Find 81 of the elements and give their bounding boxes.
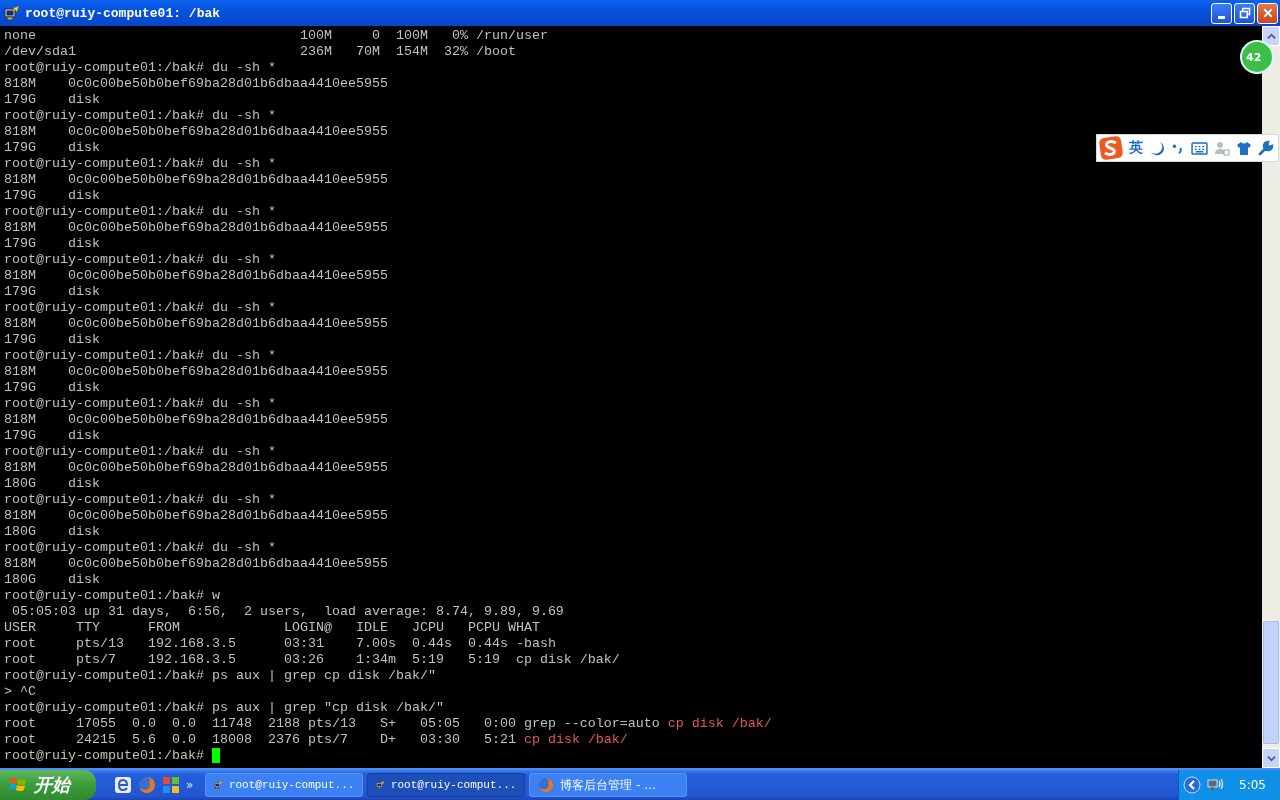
terminal-line: root@ruiy-compute01:/bak# du -sh * — [4, 60, 276, 76]
terminal-line: 180G disk — [4, 572, 100, 588]
network-icon[interactable] — [1207, 777, 1226, 793]
browser-e-icon[interactable] — [114, 776, 132, 794]
terminal-line: root@ruiy-compute01:/bak# du -sh * — [4, 252, 276, 268]
terminal-line: 818M 0c0c00be50b0bef69ba28d01b6dbaa4410ee5955 — [4, 460, 388, 476]
terminal-line: 179G disk — [4, 140, 100, 156]
terminal-line: 179G disk — [4, 284, 100, 300]
fox-browser-icon — [538, 777, 555, 793]
terminal-line: 818M 0c0c00be50b0bef69ba28d01b6dbaa4410ee5955 — [4, 508, 388, 524]
terminal-line: root@ruiy-compute01:/bak# du -sh * — [4, 108, 276, 124]
minimize-button[interactable] — [1211, 2, 1232, 24]
terminal-line: 818M 0c0c00be50b0bef69ba28d01b6dbaa4410ee5955 — [4, 76, 388, 92]
terminal-line: root@ruiy-compute01:/bak# du -sh * — [4, 540, 276, 556]
terminal-line: 05:05:03 up 31 days, 6:56, 2 users, load average: 8.74, 9.89, 9.69 — [11, 604, 564, 620]
terminal-line: root@ruiy-compute01:/bak# du -sh * — [4, 156, 276, 172]
windows-flag-icon[interactable] — [162, 776, 180, 794]
terminal-line: root@ruiy-compute01:/bak# du -sh * — [4, 348, 276, 364]
terminal-line: 180G disk — [4, 524, 100, 540]
terminal-line: root@ruiy-compute01:/bak# w — [4, 588, 220, 604]
terminal-line: 818M 0c0c00be50b0bef69ba28d01b6dbaa4410ee5955 — [4, 556, 388, 572]
terminal-line: > ^C — [4, 684, 36, 700]
quick-launch-more[interactable]: » — [186, 778, 194, 792]
terminal-line: 818M 0c0c00be50b0bef69ba28d01b6dbaa4410ee5955 — [4, 412, 388, 428]
terminal-line: 180G disk — [4, 476, 100, 492]
terminal-line: 179G disk — [4, 332, 100, 348]
chevron-up-icon — [1266, 31, 1276, 41]
terminal-line: 818M 0c0c00be50b0bef69ba28d01b6dbaa4410ee5955 — [4, 124, 388, 140]
terminal-line: 179G disk — [4, 92, 100, 108]
scroll-up-button[interactable] — [1262, 26, 1280, 46]
wrench-icon[interactable] — [1258, 140, 1274, 156]
terminal-line: root@ruiy-compute01:/bak# du -sh * — [4, 492, 276, 508]
terminal-line: 179G disk — [4, 188, 100, 204]
close-icon — [1261, 7, 1274, 19]
terminal-line: root 17055 0.0 0.0 11748 2188 pts/13 S+ 05:05 0:00 grep --color=auto — [4, 716, 661, 732]
terminal-line: 818M 0c0c00be50b0bef69ba28d01b6dbaa4410ee5955 — [4, 172, 388, 188]
floating-badge[interactable]: 42 — [1240, 40, 1274, 74]
terminal-line: 818M 0c0c00be50b0bef69ba28d01b6dbaa4410ee5955 — [4, 220, 388, 236]
scrollbar[interactable] — [1262, 26, 1280, 768]
chevron-down-icon — [1266, 753, 1276, 763]
terminal-line: root 24215 5.6 0.0 18008 2376 pts/7 D+ 03:30 5:21 — [4, 732, 517, 748]
terminal-line: root@ruiy-compute01:/bak# du -sh * — [4, 204, 276, 220]
scroll-thumb[interactable] — [1263, 621, 1279, 744]
taskbar-button[interactable]: root@ruiy-comput... — [367, 773, 526, 797]
terminal-line: root@ruiy-compute01:/bak# ps aux | grep cp disk /bak/" — [4, 668, 436, 684]
taskbar-button[interactable]: root@ruiy-comput... — [205, 773, 364, 797]
terminal-line: root@ruiy-compute01:/bak# du -sh * — [4, 396, 276, 412]
chevron-left-icon[interactable] — [1183, 776, 1202, 794]
terminal-line: root pts/7 192.168.3.5 03:26 1:34m 5:19 5:19 cp disk /bak/ — [4, 652, 620, 668]
ime-logo-icon[interactable] — [1099, 136, 1123, 160]
taskbar-button[interactable]: 博客后台管理 - ... — [529, 773, 688, 797]
terminal-line: root@ruiy-compute01:/bak# ps aux | grep "cp disk /bak/" — [4, 700, 444, 716]
terminal-line: root@ruiy-compute01:/bak# du -sh * — [4, 300, 276, 316]
terminal-line: root pts/13 192.168.3.5 03:31 7.00s 0.44s 0.44s -bash — [4, 636, 556, 652]
terminal-app-icon — [4, 5, 20, 21]
terminal-line: root@ruiy-compute01:/bak# — [4, 748, 205, 764]
terminal-line: USER TTY FROM LOGIN@ IDLE JCPU PCPU WHAT — [4, 620, 540, 636]
text-cursor — [211, 748, 220, 763]
restore-button[interactable] — [1234, 2, 1255, 24]
keyboard-icon[interactable] — [1191, 141, 1208, 155]
terminal-line: 179G disk — [4, 428, 100, 444]
restore-icon — [1238, 7, 1251, 19]
terminal-line: 818M 0c0c00be50b0bef69ba28d01b6dbaa4410ee5955 — [4, 364, 388, 380]
terminal-line: 818M 0c0c00be50b0bef69ba28d01b6dbaa4410ee5955 — [4, 316, 388, 332]
highlighted-match: cp disk /bak/ — [667, 716, 772, 732]
window-title: root@ruiy-compute01: /bak — [25, 5, 221, 21]
minimize-icon — [1218, 15, 1225, 19]
shirt-icon[interactable] — [1236, 140, 1252, 156]
clock[interactable]: 5:05 — [1239, 778, 1266, 792]
terminal-line: 179G disk — [4, 236, 100, 252]
terminal-line: 179G disk — [4, 380, 100, 396]
terminal-line: 818M 0c0c00be50b0bef69ba28d01b6dbaa4410ee5955 — [4, 268, 388, 284]
scroll-down-button[interactable] — [1262, 748, 1280, 768]
terminal-line: none 100M 0 100M 0% /run/user — [4, 28, 548, 44]
highlighted-match: cp disk /bak/ — [523, 732, 628, 748]
input-mode-toggle[interactable]: 英 — [1129, 139, 1143, 157]
terminal-line: /dev/sda1 236M 70M 154M 32% /boot — [4, 44, 516, 60]
start-button[interactable]: 开始 — [0, 770, 96, 800]
moon-icon[interactable] — [1149, 140, 1165, 156]
terminal-line: root@ruiy-compute01:/bak# du -sh * — [4, 444, 276, 460]
close-button[interactable] — [1257, 2, 1278, 24]
